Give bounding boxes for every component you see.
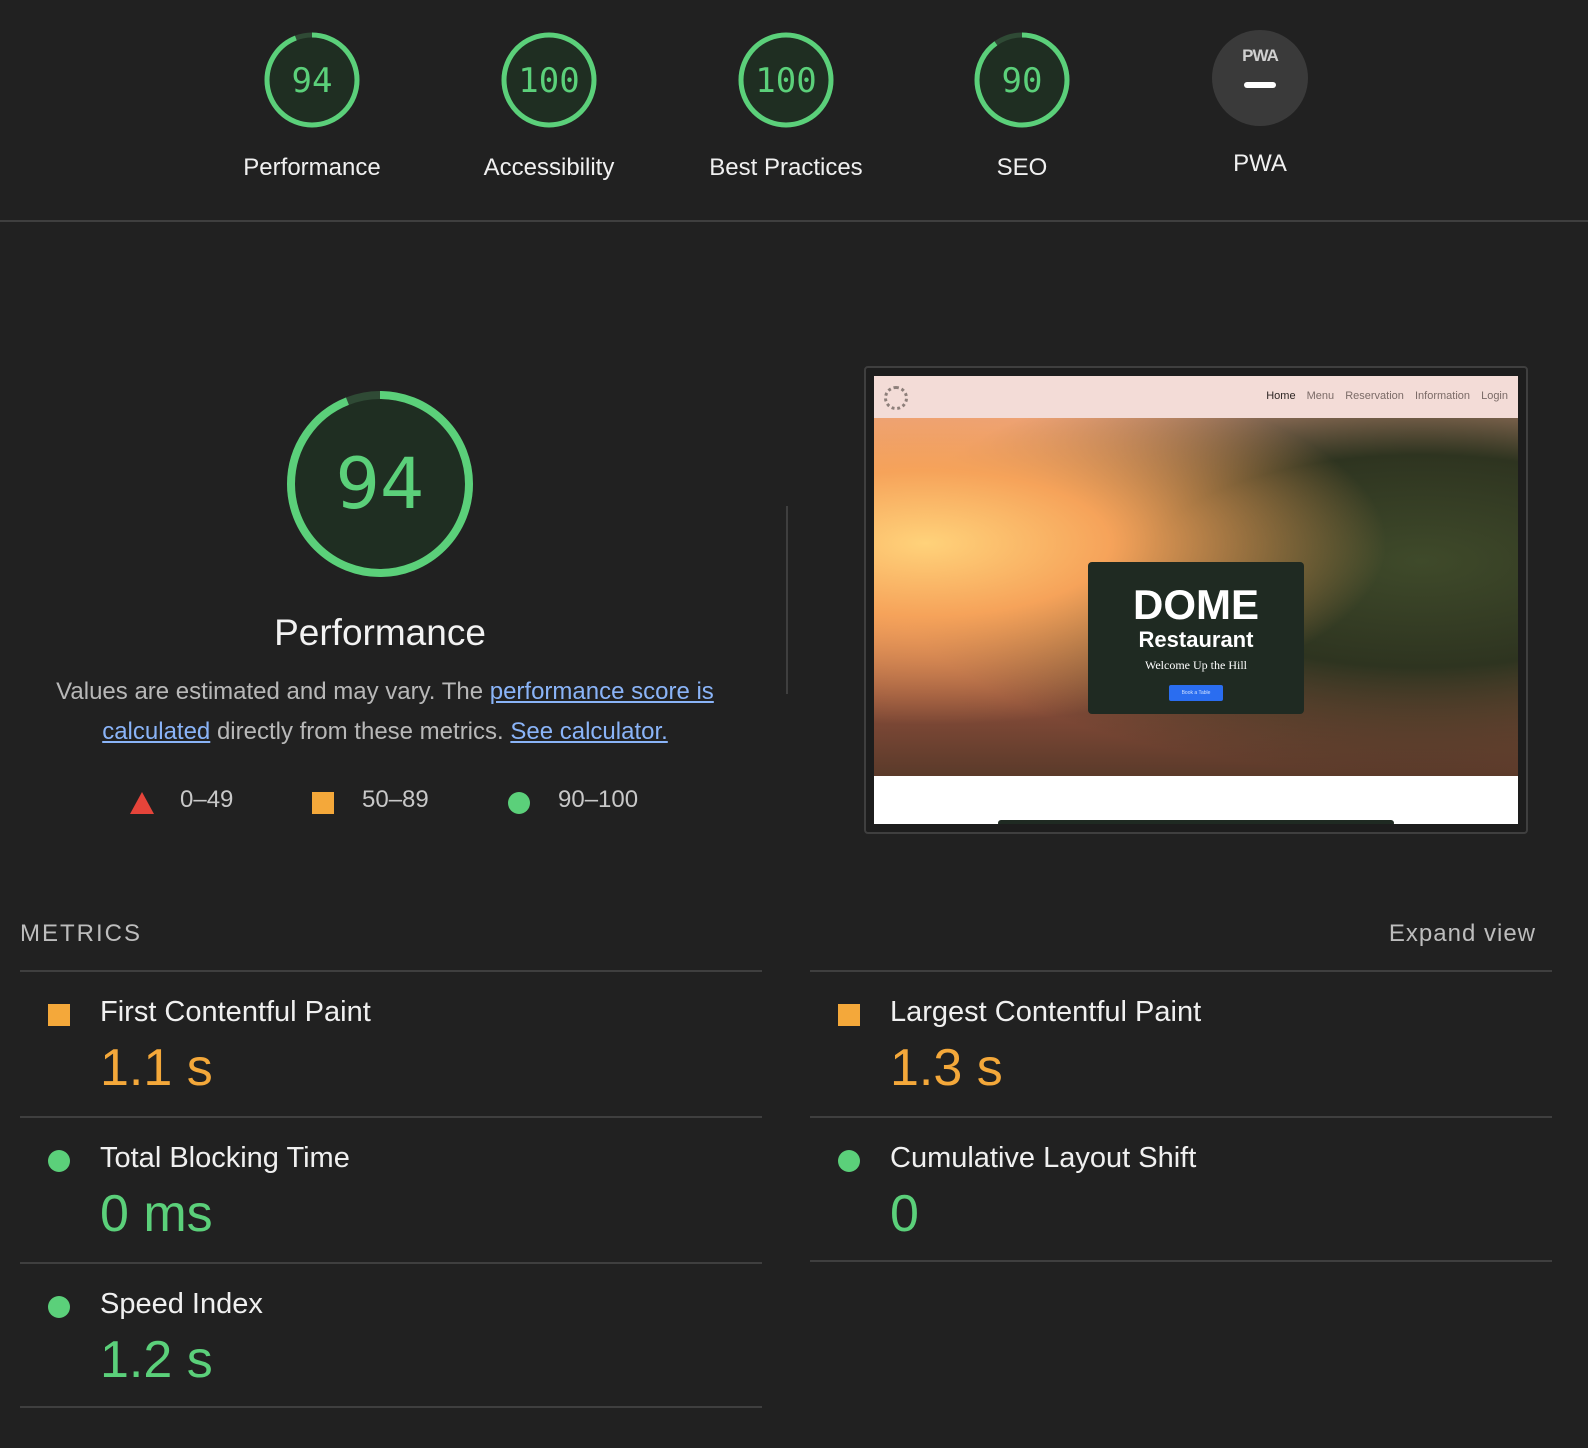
pwa-dash-icon xyxy=(1244,82,1276,88)
gauge-accessibility[interactable]: 100 Accessibility xyxy=(449,30,649,182)
metric-largest-contentful-paint: Largest Contentful Paint 1.3 s xyxy=(810,972,1552,1118)
hero-subtitle: Restaurant xyxy=(1138,627,1254,652)
legend-range: 0–49 xyxy=(180,786,234,813)
metric-label: Cumulative Layout Shift xyxy=(890,1142,1197,1174)
circle-pass-icon xyxy=(48,1150,70,1172)
legend-pass: 90–100 xyxy=(508,786,638,814)
metrics-header: METRICS xyxy=(20,920,142,947)
metric-value: 1.1 s xyxy=(100,1039,213,1097)
metric-first-contentful-paint: First Contentful Paint 1.1 s xyxy=(20,972,762,1118)
gauge-label: SEO xyxy=(996,154,1048,181)
metric-value: 0 ms xyxy=(100,1185,213,1243)
metric-label: Largest Contentful Paint xyxy=(890,996,1202,1028)
gauge-label: PWA xyxy=(1233,150,1287,177)
pwa-badge-icon: PWA xyxy=(1212,30,1308,126)
gauge-score: 100 xyxy=(755,61,816,101)
see-calculator-link[interactable]: See calculator. xyxy=(510,718,667,745)
square-average-icon xyxy=(312,792,334,814)
description-text: Values are estimated and may vary. The xyxy=(56,678,490,705)
description-text: directly from these metrics. xyxy=(210,718,511,745)
score-ring-icon: 90 xyxy=(974,32,1070,128)
expand-view-toggle[interactable]: Expand view xyxy=(1389,920,1536,948)
divider xyxy=(810,1260,1552,1262)
metric-total-blocking-time: Total Blocking Time 0 ms xyxy=(20,1118,762,1264)
square-average-icon xyxy=(838,1004,860,1026)
site-nav-link: Login xyxy=(1481,390,1508,402)
site-nav-link: Menu xyxy=(1306,390,1335,402)
book-table-button: Book a Table xyxy=(1169,685,1223,701)
performance-title: Performance xyxy=(274,612,486,653)
circle-pass-icon xyxy=(48,1296,70,1318)
metric-label: First Contentful Paint xyxy=(100,996,371,1028)
gauge-score: 100 xyxy=(518,61,579,101)
site-logo-icon xyxy=(884,386,908,410)
hero-tagline: Welcome Up the Hill xyxy=(1144,658,1247,672)
metric-cumulative-layout-shift: Cumulative Layout Shift 0 xyxy=(810,1118,1552,1264)
metric-value: 1.3 s xyxy=(890,1039,1003,1097)
site-nav-links: Home Menu Reservation Information Login xyxy=(1258,390,1508,402)
performance-gauge: 94 xyxy=(286,390,474,583)
gauge-pwa[interactable]: PWA PWA xyxy=(1160,30,1360,178)
gauge-score: 90 xyxy=(1002,61,1043,101)
content-bar xyxy=(998,820,1394,824)
gauge-best-practices[interactable]: 100 Best Practices xyxy=(686,30,886,182)
score-ring-icon: 100 xyxy=(501,32,597,128)
metric-speed-index: Speed Index 1.2 s xyxy=(20,1264,762,1410)
circle-pass-icon xyxy=(838,1150,860,1172)
hero-landscape-image: DOME Restaurant Welcome Up the Hill Book… xyxy=(874,418,1518,776)
site-nav-link: Home xyxy=(1266,390,1296,402)
gauge-performance[interactable]: 94 Performance xyxy=(212,30,412,182)
metric-value: 0 xyxy=(890,1185,919,1243)
legend-range: 50–89 xyxy=(362,786,429,813)
triangle-fail-icon xyxy=(130,792,154,814)
legend-fail: 0–49 xyxy=(130,786,233,814)
score-ring-icon: 94 xyxy=(264,32,360,128)
gauge-score: 94 xyxy=(292,61,333,101)
metric-label: Speed Index xyxy=(100,1288,263,1320)
screenshot-image: Home Menu Reservation Information Login … xyxy=(874,376,1518,824)
square-average-icon xyxy=(48,1004,70,1026)
gauge-seo[interactable]: 90 SEO xyxy=(922,30,1122,182)
gauge-label: Best Practices xyxy=(709,154,863,181)
hero-card: DOME Restaurant Welcome Up the Hill Book… xyxy=(1088,562,1304,714)
score-ring-icon: 94 xyxy=(287,391,473,577)
legend-average: 50–89 xyxy=(312,786,429,814)
metric-label: Total Blocking Time xyxy=(100,1142,350,1174)
site-nav-link: Information xyxy=(1414,390,1471,402)
gauge-label: Accessibility xyxy=(483,154,615,181)
category-gauges: 94 Performance 100 Accessibility 100 Bes… xyxy=(0,0,1588,222)
legend-range: 90–100 xyxy=(558,786,639,813)
circle-pass-icon xyxy=(508,792,530,814)
performance-description: Values are estimated and may vary. The p… xyxy=(40,672,730,752)
metric-value: 1.2 s xyxy=(100,1331,213,1389)
site-nav-link: Reservation xyxy=(1345,390,1404,402)
final-screenshot[interactable]: Home Menu Reservation Information Login … xyxy=(864,366,1528,834)
divider xyxy=(20,1406,762,1408)
hero-title: DOME xyxy=(1133,581,1259,628)
site-navbar: Home Menu Reservation Information Login xyxy=(874,376,1518,418)
gauge-label: Performance xyxy=(243,154,381,181)
score-ring-icon: 100 xyxy=(738,32,834,128)
vertical-divider xyxy=(786,506,788,694)
pwa-logo-text: PWA xyxy=(1242,46,1279,65)
performance-score: 94 xyxy=(335,443,424,525)
